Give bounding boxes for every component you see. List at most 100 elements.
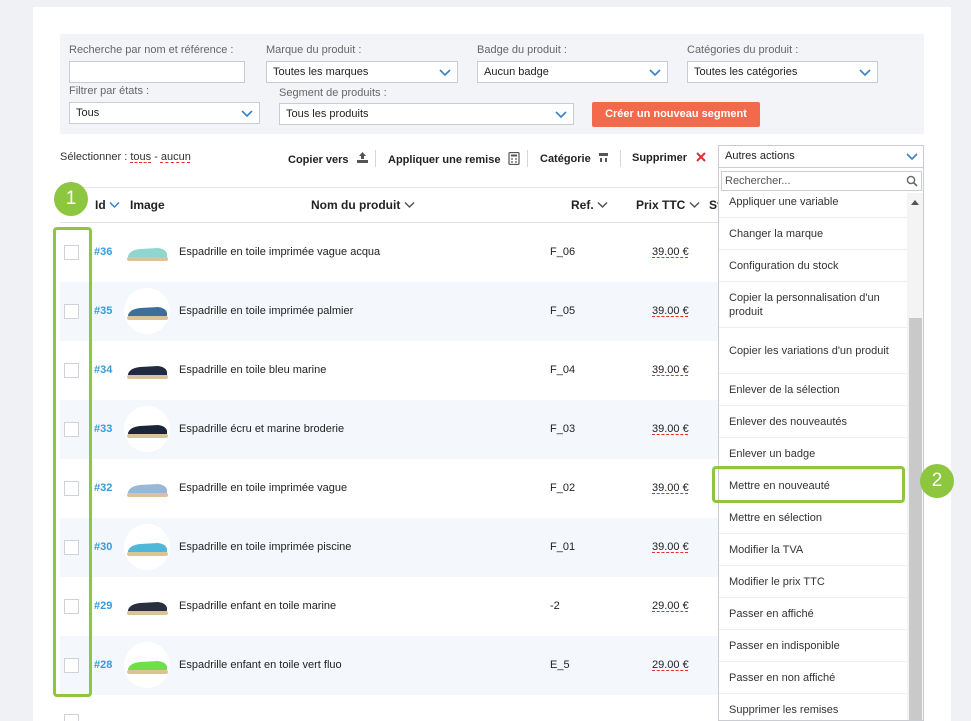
dropdown-option[interactable]: Configuration du stock — [719, 250, 907, 282]
copy-icon — [356, 152, 368, 163]
product-price[interactable]: 39.00 € — [652, 364, 689, 376]
select-separator: - — [154, 151, 158, 163]
product-name[interactable]: Espadrille enfant en toile vert fluo — [179, 659, 342, 671]
table-row: #33 Espadrille écru et marine broderie F_0… — [60, 400, 720, 459]
product-id-link[interactable]: #36 — [94, 246, 112, 258]
dropdown-option[interactable]: Passer en non affiché — [719, 662, 907, 694]
toolbar-divider — [375, 150, 376, 167]
product-id-link[interactable]: #29 — [94, 600, 112, 612]
sitemap-icon — [598, 153, 608, 162]
chevron-down-icon — [241, 110, 253, 118]
create-segment-button[interactable]: Créer un nouveau segment — [592, 102, 760, 127]
product-ref: F_05 — [550, 305, 576, 317]
espadrille-shoe-icon — [127, 484, 168, 497]
table-row: #30 Espadrille en toile imprimée piscine F… — [60, 518, 720, 577]
product-name[interactable]: Espadrille en toile bleu marine — [179, 364, 326, 376]
segment-select-value: Tous les produits — [286, 108, 369, 120]
product-thumbnail — [124, 406, 170, 452]
search-input[interactable] — [69, 61, 245, 83]
category-select-value: Toutes les catégories — [694, 66, 798, 78]
checkbox-column-highlight — [53, 227, 92, 697]
delete-button[interactable]: Supprimer — [632, 152, 706, 164]
state-select[interactable]: Tous — [69, 102, 260, 124]
chevron-down-icon — [689, 201, 700, 209]
scroll-up-arrow-icon[interactable] — [911, 200, 919, 205]
espadrille-shoe-icon — [127, 366, 168, 379]
product-price[interactable]: 39.00 € — [652, 423, 689, 435]
dropdown-scrollbar[interactable] — [907, 193, 923, 720]
product-name[interactable]: Espadrille en toile imprimée piscine — [179, 541, 351, 553]
row-checkbox[interactable] — [64, 714, 79, 721]
chevron-down-icon — [555, 111, 567, 119]
product-price[interactable]: 39.00 € — [652, 541, 689, 553]
copy-to-label: Copier vers — [288, 154, 349, 166]
product-price[interactable]: 39.00 € — [652, 246, 689, 258]
product-price[interactable]: 39.00 € — [652, 305, 689, 317]
menu-item-highlight — [712, 466, 905, 503]
table-row-partial — [60, 711, 720, 721]
select-controls: Sélectionner : tous - aucun — [60, 151, 191, 163]
product-id-link[interactable]: #33 — [94, 423, 112, 435]
dropdown-option[interactable]: Copier la personnalisation d'un produit — [719, 282, 907, 328]
step-badge-2: 2 — [920, 464, 954, 498]
search-icon — [906, 175, 918, 187]
dropdown-option[interactable]: Changer la marque — [719, 218, 907, 250]
dropdown-option[interactable]: Passer en affiché — [719, 598, 907, 630]
table-row: #32 Espadrille en toile imprimée vague F_0… — [60, 459, 720, 518]
product-id-link[interactable]: #34 — [94, 364, 112, 376]
dropdown-option[interactable]: Mettre en sélection — [719, 502, 907, 534]
chevron-down-icon — [597, 201, 608, 209]
copy-to-button[interactable]: Copier vers — [288, 152, 369, 166]
dropdown-option[interactable]: Appliquer une variable — [719, 186, 907, 218]
product-name[interactable]: Espadrille en toile imprimée vague acqua — [179, 246, 380, 258]
column-header-name[interactable]: Nom du produit — [311, 198, 415, 212]
product-id-link[interactable]: #35 — [94, 305, 112, 317]
product-price[interactable]: 39.00 € — [652, 482, 689, 494]
product-id-link[interactable]: #28 — [94, 659, 112, 671]
column-header-name-label: Nom du produit — [311, 198, 401, 212]
dropdown-option[interactable]: Copier les variations d'un produit — [719, 328, 907, 374]
select-label: Sélectionner : — [60, 151, 128, 163]
brand-select-value: Toutes les marques — [273, 66, 369, 78]
dropdown-option[interactable]: Passer en indisponible — [719, 630, 907, 662]
product-id-link[interactable]: #32 — [94, 482, 112, 494]
apply-discount-button[interactable]: Appliquer une remise — [388, 151, 520, 166]
product-ref: F_06 — [550, 246, 576, 258]
product-price[interactable]: 29.00 € — [652, 600, 689, 612]
close-icon — [696, 152, 706, 162]
column-header-price[interactable]: Prix TTC — [636, 198, 700, 212]
espadrille-shoe-icon — [127, 602, 168, 615]
dropdown-option[interactable]: Supprimer les remises — [719, 694, 907, 720]
product-ref: E_5 — [550, 659, 570, 671]
dropdown-option[interactable]: Enlever de la sélection — [719, 374, 907, 406]
product-thumbnail — [124, 288, 170, 334]
column-header-ref-label: Ref. — [571, 198, 594, 212]
table-row: #34 Espadrille en toile bleu marine F_04 39… — [60, 341, 720, 400]
product-name[interactable]: Espadrille en toile imprimée vague — [179, 482, 347, 494]
product-name[interactable]: Espadrille en toile imprimée palmier — [179, 305, 353, 317]
product-id-link[interactable]: #30 — [94, 541, 112, 553]
select-none-link[interactable]: aucun — [161, 151, 191, 163]
badge-select[interactable]: Aucun badge — [477, 61, 668, 83]
scrollbar-thumb[interactable] — [909, 318, 922, 720]
product-name[interactable]: Espadrille écru et marine broderie — [179, 423, 344, 435]
column-header-id[interactable]: Id — [95, 198, 120, 212]
dropdown-option[interactable]: Enlever des nouveautés — [719, 406, 907, 438]
select-all-link[interactable]: tous — [130, 151, 151, 163]
product-name[interactable]: Espadrille enfant en toile marine — [179, 600, 336, 612]
product-price[interactable]: 29.00 € — [652, 659, 689, 671]
category-button[interactable]: Catégorie — [540, 152, 609, 165]
segment-select[interactable]: Tous les produits — [279, 103, 574, 125]
table-row: #35 Espadrille en toile imprimée palmier F… — [60, 282, 720, 341]
dropdown-option[interactable]: Modifier la TVA — [719, 534, 907, 566]
category-select[interactable]: Toutes les catégories — [687, 61, 878, 83]
search-label: Recherche par nom et référence : — [69, 44, 234, 56]
dropdown-option[interactable]: Modifier le prix TTC — [719, 566, 907, 598]
column-header-ref[interactable]: Ref. — [571, 198, 608, 212]
delete-label: Supprimer — [632, 152, 688, 164]
espadrille-shoe-icon — [127, 661, 168, 674]
state-select-value: Tous — [76, 107, 100, 119]
espadrille-shoe-icon — [127, 425, 168, 438]
brand-select[interactable]: Toutes les marques — [266, 61, 458, 83]
other-actions-select[interactable]: Autres actions — [718, 145, 924, 168]
